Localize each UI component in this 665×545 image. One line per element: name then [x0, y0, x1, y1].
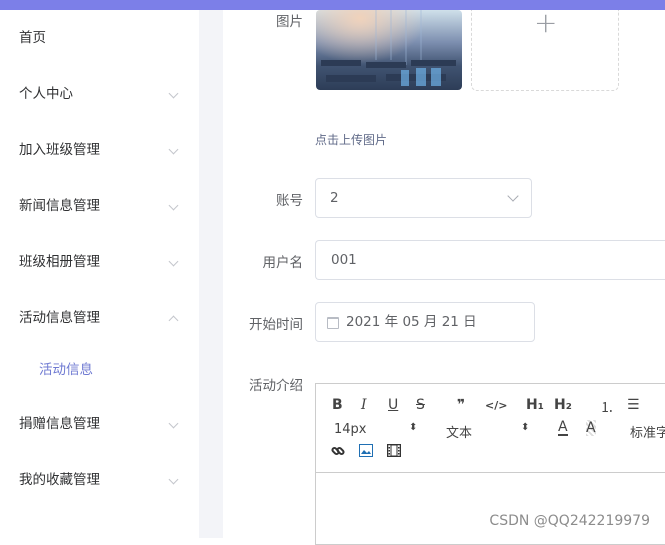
sidebar-subitem-activity-info[interactable]: 活动信息 [0, 346, 199, 394]
sidebar-item-label: 加入班级管理 [19, 142, 100, 158]
calendar-icon [327, 317, 339, 329]
start-time-picker[interactable]: 2021 年 05 月 21 日 [315, 302, 535, 342]
sidebar-item-personal-center[interactable]: 个人中心 [0, 66, 199, 122]
bullet-list-button[interactable]: ☰ [627, 397, 640, 413]
sidebar-item-label: 新闻信息管理 [19, 198, 100, 214]
top-bar [0, 0, 665, 10]
plus-icon: + [534, 6, 558, 39]
editor-toolbar: B I U S ❞ </> H₁ H₂ ⒈ ☰ 14px ⬍ 文本 ⬍ A A … [316, 384, 665, 473]
watermark: CSDN @QQ242219979 [489, 513, 650, 529]
updown-icon: ⬍ [521, 422, 530, 433]
sidebar-item-activity[interactable]: 活动信息管理 [0, 290, 199, 346]
background-color-button[interactable]: A [586, 420, 596, 436]
chevron-down-icon [168, 88, 179, 99]
text-color-button[interactable]: A [558, 420, 568, 436]
blockquote-button[interactable]: ❞ [457, 397, 465, 413]
link-icon[interactable] [331, 444, 345, 462]
start-time-label: 开始时间 [249, 317, 303, 333]
sidebar-item-donation[interactable]: 捐赠信息管理 [0, 396, 199, 452]
sidebar-item-label: 活动信息管理 [19, 310, 100, 326]
strikethrough-button[interactable]: S [416, 397, 425, 413]
chevron-down-icon [168, 144, 179, 155]
username-value: 001 [331, 252, 357, 268]
sidebar-item-label: 个人中心 [19, 86, 73, 102]
font-select[interactable]: 文本 [446, 422, 472, 441]
uploaded-image[interactable] [316, 10, 462, 90]
sidebar-item-label: 班级相册管理 [19, 254, 100, 270]
bold-button[interactable]: B [332, 397, 343, 413]
classroom-photo [316, 10, 462, 90]
sidebar-item-favorites[interactable]: 我的收藏管理 [0, 452, 199, 508]
username-label: 用户名 [262, 255, 304, 271]
font-size-select[interactable]: 14px [334, 422, 367, 437]
account-value: 2 [330, 190, 339, 206]
sidebar-item-album[interactable]: 班级相册管理 [0, 234, 199, 290]
chevron-down-icon [168, 256, 179, 267]
heading2-button[interactable]: H₂ [554, 397, 572, 413]
underline-button[interactable]: U [388, 397, 398, 413]
image-upload-box[interactable]: + [471, 6, 619, 91]
sidebar-gutter [199, 10, 223, 538]
chevron-down-icon [507, 190, 519, 202]
chevron-down-icon [168, 200, 179, 211]
image-label: 图片 [276, 14, 303, 30]
sidebar-item-label: 捐赠信息管理 [19, 416, 100, 432]
heading1-button[interactable]: H₁ [526, 397, 544, 413]
chevron-up-icon [168, 315, 179, 326]
sidebar-subitem-label: 活动信息 [39, 362, 93, 378]
italic-button[interactable]: I [361, 397, 367, 413]
upload-tip[interactable]: 点击上传图片 [315, 131, 387, 148]
sidebar-item-label: 我的收藏管理 [19, 472, 100, 488]
updown-icon: ⬍ [409, 422, 418, 433]
chevron-down-icon [168, 418, 179, 429]
font-style-select[interactable]: 标准字 [630, 422, 665, 441]
sidebar-item-label: 首页 [19, 30, 46, 46]
start-time-value: 2021 年 05 月 21 日 [346, 314, 477, 330]
code-button[interactable]: </> [485, 399, 507, 412]
main-form: 图片 + 点击上传图片 账号 2 用户名 001 开始时间 2021 年 05 … [223, 6, 665, 545]
account-label: 账号 [276, 193, 303, 209]
sidebar: 首页 个人中心 加入班级管理 新闻信息管理 班级相册管理 活动信息管理 活动信息… [0, 10, 199, 538]
classroom-photo-art [321, 10, 456, 86]
video-icon[interactable] [386, 443, 402, 461]
sidebar-item-news[interactable]: 新闻信息管理 [0, 178, 199, 234]
ordered-list-button[interactable]: ⒈ [600, 397, 614, 417]
image-icon[interactable] [359, 444, 373, 461]
sidebar-item-join-class[interactable]: 加入班级管理 [0, 122, 199, 178]
username-input[interactable]: 001 [315, 240, 665, 280]
account-select[interactable]: 2 [315, 178, 532, 218]
intro-label: 活动介绍 [249, 378, 303, 394]
sidebar-item-home[interactable]: 首页 [0, 10, 199, 66]
chevron-down-icon [168, 474, 179, 485]
